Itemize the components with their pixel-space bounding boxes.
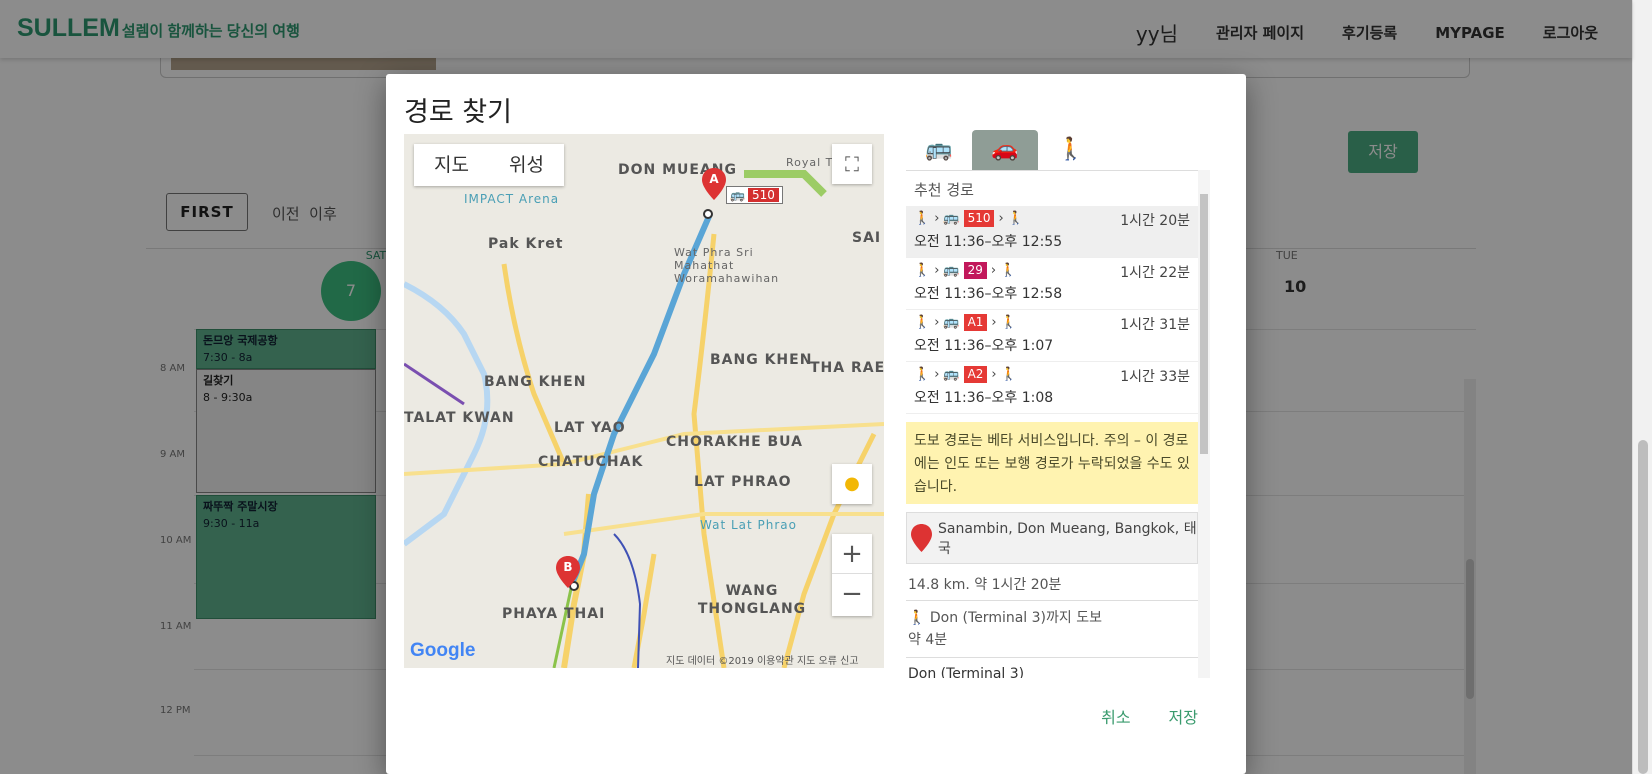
dialog-title: 경로 찾기 bbox=[404, 97, 512, 128]
map-roads bbox=[404, 134, 884, 668]
route-distance: 14.8 km. 약 1시간 20분 bbox=[906, 564, 1198, 601]
scroll-thumb[interactable] bbox=[1200, 194, 1208, 454]
map-type-map[interactable]: 지도 bbox=[414, 144, 489, 186]
map-type-satellite[interactable]: 위성 bbox=[489, 144, 564, 186]
bus-icon: 🚌 bbox=[943, 315, 960, 330]
map-label: IMPACT Arena bbox=[464, 192, 560, 206]
route-step[interactable]: 🚶 Don (Terminal 3)까지 도보 약 4분 bbox=[906, 601, 1198, 658]
zoom-out-button[interactable]: − bbox=[832, 574, 872, 614]
route-duration: 1시간 20분 bbox=[1120, 213, 1190, 229]
travel-mode-tabs: 🚌 🚗 🚶 bbox=[906, 130, 1104, 170]
bus-badge: A1 bbox=[963, 314, 988, 331]
dialog-actions: 취소 저장 bbox=[1101, 704, 1198, 728]
zoom-control: + − bbox=[832, 534, 872, 616]
bus-icon: 🚌 bbox=[943, 211, 960, 226]
bus-badge: 510 bbox=[963, 210, 995, 227]
route-option[interactable]: 🚶 › 🚌 29 › 🚶 1시간 22분 오전 11:36–오후 12:58 bbox=[906, 258, 1198, 310]
google-logo: Google bbox=[410, 640, 476, 661]
walk-icon: 🚶 bbox=[1000, 367, 1017, 382]
walk-icon: 🚶 bbox=[908, 610, 926, 626]
bus-icon: 🚌 bbox=[730, 188, 745, 202]
map-attribution[interactable]: 지도 데이터 ©2019 이용약관 지도 오류 신고 bbox=[666, 652, 859, 667]
walk-icon: 🚶 bbox=[914, 263, 931, 278]
bus-route-badge: 🚌 510 bbox=[726, 186, 783, 204]
map-label: Royal T bbox=[786, 156, 834, 169]
map-label: BANG KHEN bbox=[484, 374, 587, 390]
map-label: LAT PHRAO bbox=[694, 474, 792, 490]
map-label: SAI bbox=[852, 230, 882, 246]
map-label: TALAT KWAN bbox=[404, 410, 515, 426]
walk-icon: 🚶 bbox=[1000, 263, 1017, 278]
origin-text: Sanambin, Don Mueang, Bangkok, 태국 bbox=[937, 521, 1197, 557]
cancel-button[interactable]: 취소 bbox=[1101, 704, 1130, 728]
save-button[interactable]: 저장 bbox=[1169, 704, 1198, 728]
bus-badge: 29 bbox=[963, 262, 987, 279]
map-label: BANG KHEN bbox=[710, 352, 813, 368]
walk-icon: 🚶 bbox=[1007, 211, 1024, 226]
step-text: Don (Terminal 3)까지 도보 bbox=[929, 610, 1102, 626]
map-label: THA RAE bbox=[810, 360, 884, 376]
marker-b-label: B bbox=[563, 560, 573, 574]
bus-number: 510 bbox=[747, 188, 779, 202]
origin-address[interactable]: Sanambin, Don Mueang, Bangkok, 태국 bbox=[906, 512, 1198, 564]
section-title: 추천 경로 bbox=[914, 181, 974, 199]
route-times: 오전 11:36–오후 1:08 bbox=[914, 390, 1054, 406]
walking-beta-warning: 도보 경로는 베타 서비스입니다. 주의 – 이 경로에는 인도 또는 보행 경… bbox=[906, 422, 1198, 504]
map-label: CHORAKHE BUA bbox=[666, 434, 803, 450]
panel-scrollbar[interactable] bbox=[1198, 170, 1210, 678]
map-label: WANG THONGLANG bbox=[697, 583, 807, 617]
transit-stop: Don (Terminal 3) bbox=[908, 666, 1025, 678]
walking-mode-icon[interactable]: 🚶 bbox=[1038, 130, 1104, 170]
route-times: 오전 11:36–오후 1:07 bbox=[914, 338, 1054, 354]
map-label: Wat Lat Phrao bbox=[700, 518, 797, 532]
map-label: PHAYA THAI bbox=[502, 606, 606, 622]
walk-icon: 🚶 bbox=[914, 211, 931, 226]
marker-a-label: A bbox=[709, 172, 719, 186]
walk-icon: 🚶 bbox=[914, 315, 931, 330]
page-scrollbar[interactable] bbox=[1632, 0, 1652, 774]
driving-mode-icon[interactable]: 🚗 bbox=[972, 130, 1038, 170]
route-times: 오전 11:36–오후 12:55 bbox=[914, 234, 1063, 250]
bus-icon: 🚌 bbox=[943, 367, 960, 382]
map-label: Pak Kret bbox=[488, 236, 564, 252]
route-option[interactable]: 🚶 › 🚌 A2 › 🚶 1시간 33분 오전 11:36–오후 1:08 bbox=[906, 362, 1198, 414]
walk-icon: 🚶 bbox=[914, 367, 931, 382]
route-option[interactable]: 🚶 › 🚌 510 › 🚶 1시간 20분 오전 11:36–오후 12:55 bbox=[906, 206, 1198, 258]
bus-badge: A2 bbox=[963, 366, 988, 383]
route-times: 오전 11:36–오후 12:58 bbox=[914, 286, 1063, 302]
map-label: LAT YAO bbox=[554, 420, 626, 436]
route-duration: 1시간 33분 bbox=[1120, 369, 1190, 385]
transit-mode-icon[interactable]: 🚌 bbox=[906, 130, 972, 170]
route-duration: 1시간 22분 bbox=[1120, 265, 1190, 281]
route-finder-dialog: 경로 찾기 지도 위성 ⛶ ● + − A 🚌 510 B DON MUEANG… bbox=[386, 74, 1246, 774]
route-duration: 1시간 31분 bbox=[1120, 317, 1190, 333]
zoom-in-button[interactable]: + bbox=[832, 534, 872, 574]
route-list: 추천 경로 🚶 › 🚌 510 › 🚶 1시간 20분 오전 11:36–오후 12:55… bbox=[906, 170, 1198, 678]
directions-panel: 🚌 🚗 🚶 추천 경로 🚶 › 🚌 510 › 🚶 1시간 20분 오전 11:36–오후… bbox=[906, 130, 1210, 678]
walk-icon: 🚶 bbox=[1000, 315, 1017, 330]
route-option[interactable]: 🚶 › 🚌 A1 › 🚶 1시간 31분 오전 11:36–오후 1:07 bbox=[906, 310, 1198, 362]
map-label: Wat Phra Sri Mahathat Woramahawihan bbox=[674, 246, 780, 285]
street-view-pegman-icon[interactable]: ● bbox=[832, 464, 872, 504]
scroll-thumb[interactable] bbox=[1638, 440, 1648, 774]
map-label: CHATUCHAK bbox=[538, 454, 644, 470]
map-view[interactable]: 지도 위성 ⛶ ● + − A 🚌 510 B DON MUEANG IMPACT… bbox=[404, 134, 884, 668]
map-type-control: 지도 위성 bbox=[414, 144, 564, 186]
step-time: 약 4분 bbox=[908, 632, 948, 648]
marker-a-icon bbox=[911, 524, 932, 552]
bus-icon: 🚌 bbox=[943, 263, 960, 278]
fullscreen-icon[interactable]: ⛶ bbox=[832, 144, 872, 184]
